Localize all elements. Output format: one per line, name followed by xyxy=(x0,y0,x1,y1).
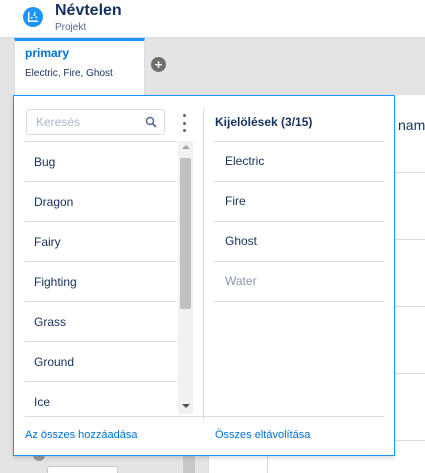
plus-circle-icon[interactable]: + xyxy=(151,57,166,72)
background-button xyxy=(47,466,118,473)
panel-divider xyxy=(203,109,204,420)
sheet-tab-strip: primary Electric, Fire, Ghost + xyxy=(0,38,425,96)
selected-item-disabled: Water xyxy=(214,261,384,301)
project-title: Névtelen xyxy=(55,2,122,19)
tab-items-summary: Electric, Fire, Ghost xyxy=(25,68,113,79)
list-item[interactable]: Dragon xyxy=(25,181,177,221)
tab-name: primary xyxy=(25,46,70,60)
app-header: Névtelen Projekt xyxy=(0,0,425,38)
list-item[interactable]: Grass xyxy=(25,301,177,341)
scrollbar-thumb[interactable] xyxy=(180,158,191,309)
selected-item[interactable]: Electric xyxy=(214,141,384,181)
project-subtitle: Projekt xyxy=(55,22,87,33)
list-item[interactable]: Fairy xyxy=(25,221,177,261)
tab-primary[interactable]: primary Electric, Fire, Ghost xyxy=(14,38,145,96)
more-options-icon[interactable] xyxy=(180,114,188,132)
scroll-up-arrow-icon[interactable] xyxy=(182,145,190,149)
chart-app-icon xyxy=(23,7,43,27)
selection-title: Kijelölések (3/15) xyxy=(215,115,313,129)
selected-item[interactable]: Fire xyxy=(214,181,384,221)
list-scrollbar[interactable] xyxy=(178,141,193,414)
remove-all-link[interactable]: Összes eltávolítása xyxy=(215,429,310,441)
selected-list-end-divider xyxy=(214,301,384,302)
search-icon[interactable] xyxy=(145,116,157,128)
scroll-down-arrow-icon[interactable] xyxy=(182,404,190,408)
list-item[interactable]: Ground xyxy=(25,341,177,381)
search-input[interactable] xyxy=(27,110,142,134)
search-box xyxy=(26,109,165,135)
list-item[interactable]: Ice xyxy=(25,381,177,417)
list-item[interactable]: Fighting xyxy=(25,261,177,301)
list-item[interactable]: Bug xyxy=(25,141,177,181)
available-items-list: Bug Dragon Fairy Fighting Grass Ground I… xyxy=(25,141,177,417)
selected-item[interactable]: Ghost xyxy=(214,221,384,261)
background-column-header: nam xyxy=(398,117,425,133)
add-all-link[interactable]: Az összes hozzáadása xyxy=(25,429,138,441)
footer-divider xyxy=(25,416,384,417)
filter-picker-popover: Bug Dragon Fairy Fighting Grass Ground I… xyxy=(13,95,395,456)
